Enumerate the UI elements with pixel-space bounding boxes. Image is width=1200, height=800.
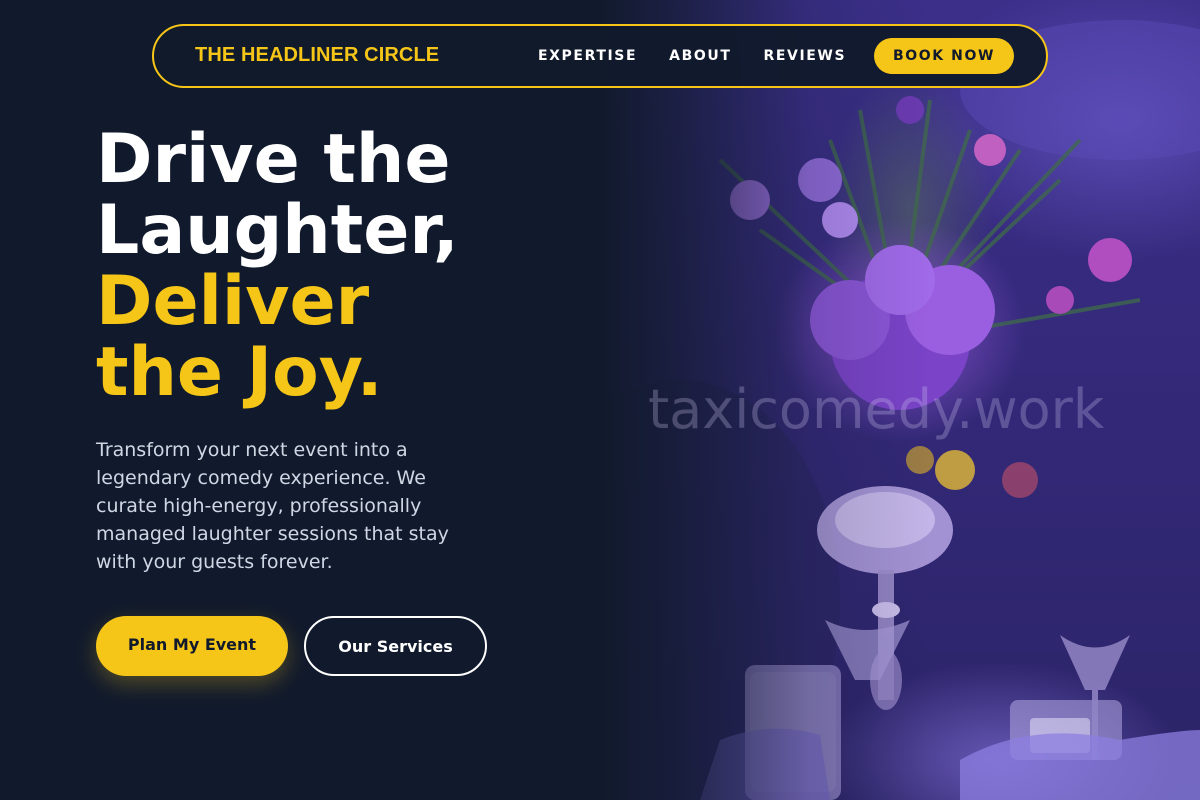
plan-my-event-button[interactable]: Plan My Event [96, 616, 288, 676]
headline-line-1: Drive the [96, 120, 451, 199]
nav-link-about[interactable]: ABOUT [669, 48, 731, 64]
headline-line-4: the Joy. [96, 333, 383, 412]
headline-line-2: Laughter, [96, 191, 459, 270]
nav-link-reviews[interactable]: REVIEWS [763, 48, 846, 64]
nav-link-expertise[interactable]: EXPERTISE [538, 48, 637, 64]
hero-headline: Drive the Laughter, Deliver the Joy. [96, 124, 459, 408]
image-watermark: taxicomedy.work [648, 378, 1105, 441]
nav-links: EXPERTISE ABOUT REVIEWS [538, 48, 878, 64]
brand-logo-text[interactable]: THE HEADLINER CIRCLE [195, 44, 439, 67]
headline-line-3: Deliver [96, 262, 370, 341]
hero-subtext: Transform your next event into a legenda… [96, 439, 449, 573]
our-services-button[interactable]: Our Services [304, 616, 487, 676]
book-now-button[interactable]: BOOK NOW [874, 38, 1014, 74]
top-navbar: THE HEADLINER CIRCLE EXPERTISE ABOUT REV… [152, 24, 1048, 88]
